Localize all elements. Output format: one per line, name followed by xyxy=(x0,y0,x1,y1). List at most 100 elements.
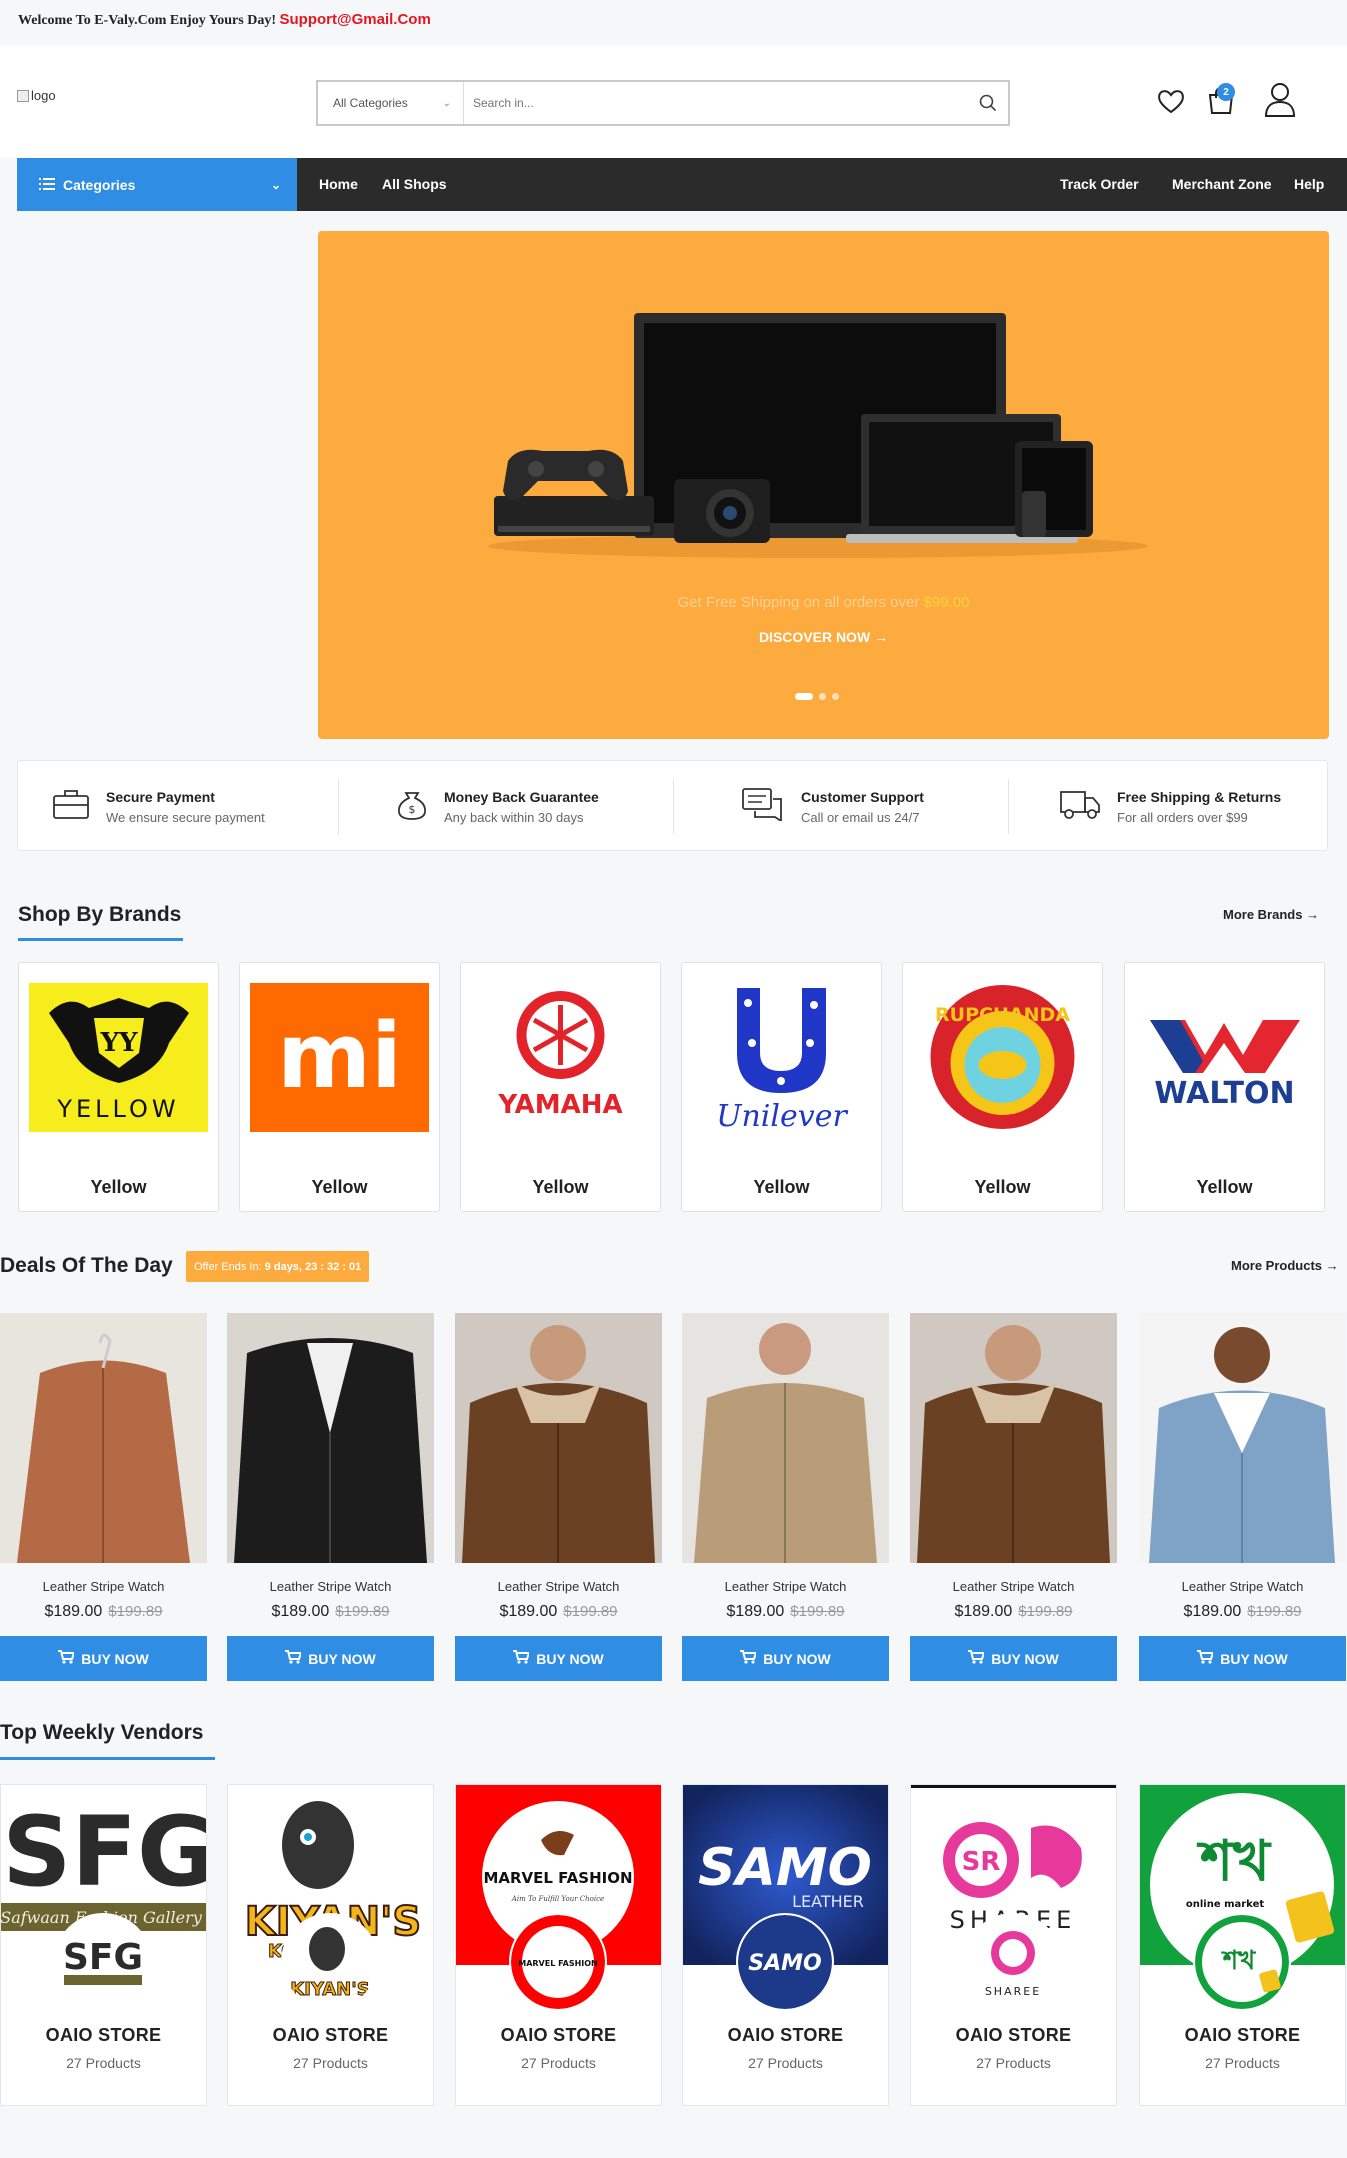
cart-icon xyxy=(58,1650,76,1667)
product-card[interactable]: Leather Stripe Watch $189.00 $199.89 BUY … xyxy=(0,1313,207,1681)
vendor-card[interactable]: KIYAN'SKO KIYAN'S OAIO STORE 27 Products xyxy=(227,1784,434,2106)
vendor-card[interactable]: SRSHAREE SHAREE OAIO STORE 27 Products xyxy=(910,1784,1117,2106)
support-email-link[interactable]: Support@Gmail.Com xyxy=(279,11,430,28)
more-products-link[interactable]: More Products → xyxy=(1231,1258,1339,1273)
svg-text:শখ: শখ xyxy=(1196,1829,1272,1894)
product-image[interactable] xyxy=(0,1313,207,1563)
carousel-dots[interactable] xyxy=(795,693,839,700)
electronics-image xyxy=(488,313,1148,558)
vendor-avatar: MARVEL FASHION xyxy=(509,1913,607,2011)
svg-text:MARVEL FASHION: MARVEL FASHION xyxy=(518,1959,598,1968)
svg-text:YELLOW: YELLOW xyxy=(56,1095,179,1123)
product-image[interactable] xyxy=(682,1313,889,1563)
search-input[interactable] xyxy=(464,82,968,124)
brand-card[interactable]: mi Yellow xyxy=(239,962,440,1212)
buy-now-button[interactable]: BUY NOW xyxy=(227,1636,434,1681)
product-image[interactable] xyxy=(1139,1313,1346,1563)
product-image[interactable] xyxy=(227,1313,434,1563)
chat-icon xyxy=(741,787,785,826)
vendor-avatar: SAMO xyxy=(736,1913,834,2011)
svg-text:WALTON: WALTON xyxy=(1154,1076,1294,1111)
arrow-right-icon: → xyxy=(1306,907,1320,922)
svg-text:$: $ xyxy=(409,803,416,816)
brand-logo-unilever: Unilever xyxy=(692,983,871,1132)
brand-card[interactable]: Unilever Yellow xyxy=(681,962,882,1212)
heart-icon[interactable] xyxy=(1156,86,1186,121)
brand-logo-walton: WALTON xyxy=(1135,983,1314,1132)
brand-card[interactable]: YY YELLOW Yellow xyxy=(18,962,219,1212)
deals-title: Deals Of The Day xyxy=(0,1254,173,1277)
category-select[interactable]: All Categories ⌄ xyxy=(318,82,464,124)
cart-icon xyxy=(968,1650,986,1667)
nav-help[interactable]: Help xyxy=(1294,176,1324,192)
brand-card[interactable]: YAMAHA Yellow xyxy=(460,962,661,1212)
svg-text:SFG: SFG xyxy=(63,1937,143,1978)
brand-logo-rupchanda: RUPCHANDA xyxy=(913,983,1092,1132)
svg-text:SAMO: SAMO xyxy=(698,1838,872,1898)
vendor-avatar: SFG xyxy=(54,1913,152,2011)
svg-text:mi: mi xyxy=(277,1004,402,1109)
vendor-avatar: KIYAN'S xyxy=(281,1913,379,2011)
vendor-card[interactable]: SAMO LEATHER SAMO OAIO STORE 27 Products xyxy=(682,1784,889,2106)
user-icon[interactable] xyxy=(1264,82,1296,123)
svg-text:Unilever: Unilever xyxy=(716,1099,848,1132)
feature-secure-payment: Secure Payment We ensure secure payment xyxy=(52,761,265,852)
buy-now-button[interactable]: BUY NOW xyxy=(1139,1636,1346,1681)
vendor-card[interactable]: শখ online market শখ OAIO STORE 27 Product… xyxy=(1139,1784,1346,2106)
chevron-down-icon: ⌄ xyxy=(442,97,451,109)
nav-home[interactable]: Home xyxy=(319,176,358,192)
svg-text:SAMO: SAMO xyxy=(748,1951,821,1976)
vendor-card[interactable]: MARVEL FASHION Aim To Fulfill Your Choice… xyxy=(455,1784,662,2106)
arrow-right-icon: → xyxy=(874,629,889,645)
svg-text:Aim To Fulfill Your Choice: Aim To Fulfill Your Choice xyxy=(511,1895,604,1903)
brand-card[interactable]: RUPCHANDA Yellow xyxy=(902,962,1103,1212)
product-card[interactable]: Leather Stripe Watch $189.00 $199.89 BUY … xyxy=(1139,1313,1346,1681)
nav-all-shops[interactable]: All Shops xyxy=(382,176,447,192)
top-bar: Welcome To E-Valy.Com Enjoy Yours Day! S… xyxy=(0,0,1347,46)
buy-now-button[interactable]: BUY NOW xyxy=(910,1636,1117,1681)
nav-track-order[interactable]: Track Order xyxy=(1060,176,1139,192)
product-card[interactable]: Leather Stripe Watch $189.00 $199.89 BUY … xyxy=(910,1313,1117,1681)
feature-free-shipping: Free Shipping & Returns For all orders ov… xyxy=(1059,761,1281,852)
discover-now-link[interactable]: DISCOVER NOW → xyxy=(318,629,1329,645)
arrow-right-icon: → xyxy=(1325,1258,1339,1273)
cart-icon xyxy=(285,1650,303,1667)
cart-icon xyxy=(513,1650,531,1667)
brands-title: Shop By Brands xyxy=(18,903,182,926)
features-strip: Secure Payment We ensure secure payment $… xyxy=(17,760,1328,851)
svg-text:online market: online market xyxy=(1186,1899,1264,1910)
buy-now-button[interactable]: BUY NOW xyxy=(682,1636,889,1681)
svg-text:YY: YY xyxy=(99,1028,138,1058)
chevron-down-icon: ⌄ xyxy=(270,177,281,192)
vendor-card[interactable]: SFGSafwaan Fashion Gallery SFG OAIO STOR… xyxy=(0,1784,207,2106)
menu-icon xyxy=(39,177,55,193)
product-card[interactable]: Leather Stripe Watch $189.00 $199.89 BUY … xyxy=(227,1313,434,1681)
money-bag-icon: $ xyxy=(396,787,428,826)
svg-text:RUPCHANDA: RUPCHANDA xyxy=(935,1004,1070,1026)
cart-icon xyxy=(1197,1650,1215,1667)
header: logo All Categories⌄ 2 xyxy=(0,46,1347,158)
buy-now-button[interactable]: BUY NOW xyxy=(0,1636,207,1681)
shipping-promo: Get Free Shipping on all orders over $99… xyxy=(677,594,970,611)
brand-card[interactable]: WALTON Yellow xyxy=(1124,962,1325,1212)
logo[interactable]: logo xyxy=(17,88,56,103)
search-icon[interactable] xyxy=(968,94,1008,112)
hero-banner: Get Free Shipping on all orders over $99… xyxy=(318,231,1329,739)
buy-now-button[interactable]: BUY NOW xyxy=(455,1636,662,1681)
categories-dropdown[interactable]: Categories ⌄ xyxy=(17,158,297,211)
svg-text:SHAREE: SHAREE xyxy=(985,1985,1041,1998)
nav-merchant-zone[interactable]: Merchant Zone xyxy=(1172,176,1272,192)
svg-text:MARVEL FASHION: MARVEL FASHION xyxy=(483,1869,632,1887)
cart-count-badge: 2 xyxy=(1217,83,1235,101)
truck-icon xyxy=(1059,788,1101,825)
svg-text:LEATHER: LEATHER xyxy=(792,1892,864,1911)
svg-text:SR: SR xyxy=(962,1847,1001,1877)
brand-logo-yellow: YY YELLOW xyxy=(29,983,208,1132)
product-card[interactable]: Leather Stripe Watch $189.00 $199.89 BUY … xyxy=(455,1313,662,1681)
more-brands-link[interactable]: More Brands → xyxy=(1223,907,1319,922)
product-image[interactable] xyxy=(910,1313,1117,1563)
feature-customer-support: Customer Support Call or email us 24/7 xyxy=(741,761,924,852)
welcome-text: Welcome To E-Valy.Com Enjoy Yours Day! S… xyxy=(18,11,431,28)
product-image[interactable] xyxy=(455,1313,662,1563)
product-card[interactable]: Leather Stripe Watch $189.00 $199.89 BUY … xyxy=(682,1313,889,1681)
